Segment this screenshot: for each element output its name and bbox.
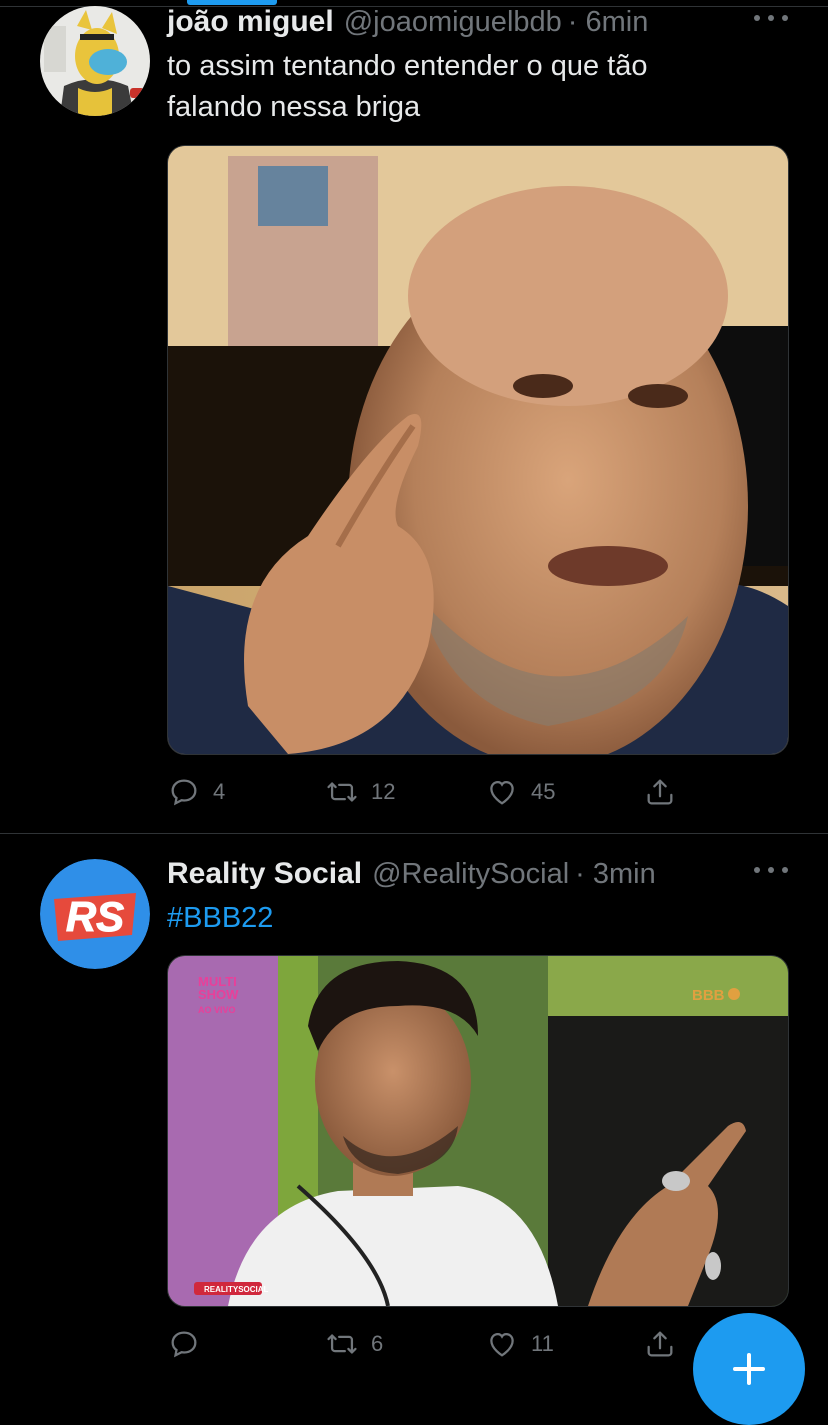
avatar[interactable] [40,6,150,116]
channel-logo-mid: SHOW [198,987,239,1002]
more-options-icon[interactable] [754,8,788,28]
show-logo: BBB [692,987,725,1004]
channel-logo: MULTI SHOW AO VIVO [198,974,239,1015]
tweet-actions: 4 12 45 [167,772,687,812]
watermark-text: REALITYSOCIAL [204,1285,269,1294]
show-logo-eye-icon [728,988,740,1000]
tweet-time: · 6min [567,5,649,38]
avatar-dog-icon [40,6,150,116]
tweet-text-line: to assim tentando entender o que tão [167,50,648,82]
tweet-text: #BBB22 [167,898,788,939]
compose-plus-icon [733,1353,765,1385]
tweet-media[interactable] [167,145,789,755]
tweet-text: to assim tentando entender o que tão fal… [167,46,788,128]
compose-tweet-button[interactable] [693,1313,805,1425]
retweet-count: 6 [371,1331,384,1356]
retweet-icon [327,1334,357,1354]
retweet-icon [327,782,357,802]
reply-count: 4 [213,779,226,804]
tweet-header: joão miguel @joaomiguelbdb · 6min [167,2,788,42]
reply-button[interactable] [167,1324,213,1364]
reply-icon [171,779,197,806]
hashtag-link[interactable]: #BBB22 [167,902,273,934]
tweet-text-line: falando nessa briga [167,91,421,123]
share-icon [647,779,673,805]
tweet-media[interactable]: MULTI SHOW AO VIVO BBB REALITYSOCIAL [167,955,789,1307]
avatar[interactable]: RS [40,859,150,969]
like-count: 45 [531,779,556,804]
avatar-rs-text: RS [66,893,124,940]
tweet-divider [0,833,828,834]
heart-icon [490,1332,514,1357]
retweet-count: 12 [371,779,396,804]
like-button[interactable]: 11 [485,1324,554,1364]
retweet-button[interactable]: 6 [325,1324,383,1364]
share-icon [647,1331,673,1357]
like-button[interactable]: 45 [485,772,555,812]
share-button[interactable] [643,772,677,812]
author-handle[interactable]: @joaomiguelbdb [344,6,562,39]
avatar-rs-logo-icon: RS [40,859,150,969]
heart-icon [490,780,514,805]
channel-logo-sub: AO VIVO [198,1005,236,1015]
reply-icon [171,1331,197,1358]
author-name[interactable]: Reality Social [167,857,362,891]
share-button[interactable] [643,1324,677,1364]
man-pointing-to-ear-photo [168,146,788,754]
author-name[interactable]: joão miguel [167,5,334,39]
more-options-icon[interactable] [754,860,788,880]
tweet-actions: 6 11 [167,1324,687,1364]
reply-button[interactable]: 4 [167,772,225,812]
author-handle[interactable]: @RealitySocial [372,858,569,891]
man-pointing-photo: MULTI SHOW AO VIVO BBB REALITYSOCIAL [168,956,788,1306]
retweet-button[interactable]: 12 [325,772,395,812]
tweet-header: Reality Social @RealitySocial · 3min [167,854,788,894]
like-count: 11 [531,1331,554,1356]
tweet-time: · 3min [575,857,656,890]
